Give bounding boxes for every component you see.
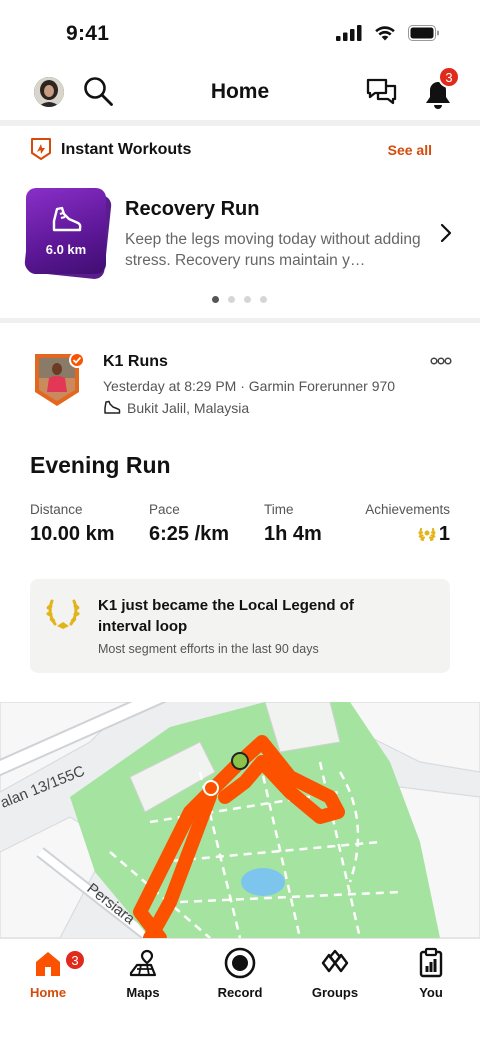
top-header: Home bbox=[0, 68, 480, 120]
groups-icon bbox=[295, 945, 375, 981]
shoe-icon bbox=[104, 400, 121, 414]
local-legend-card[interactable]: K1 just became the Local Legend of inter… bbox=[30, 579, 450, 673]
local-legend-title: K1 just became the Local Legend of inter… bbox=[98, 597, 354, 635]
stat-label: Achievements bbox=[365, 502, 450, 517]
chat-icon bbox=[366, 78, 397, 105]
workout-title: Recovery Run bbox=[125, 198, 260, 220]
laurel-icon bbox=[418, 527, 436, 541]
stat-achievements[interactable]: Achievements 1 bbox=[365, 502, 450, 546]
you-icon bbox=[391, 945, 471, 981]
tab-groups[interactable]: Groups bbox=[295, 945, 375, 1000]
divider bbox=[0, 120, 480, 126]
activity-header: K1 Runs Yesterday at 8:29 PM · Garmin Fo… bbox=[0, 346, 480, 426]
battery-icon bbox=[408, 25, 439, 41]
workout-card[interactable]: 6.0 km Recovery Run Keep the legs moving… bbox=[0, 180, 480, 284]
athlete-avatar[interactable] bbox=[33, 352, 85, 408]
wifi-icon bbox=[375, 26, 395, 41]
tab-label: Home bbox=[29, 985, 67, 1000]
pagination-dot[interactable] bbox=[260, 296, 267, 303]
stat-label: Distance bbox=[30, 502, 83, 517]
athlete-name[interactable]: K1 Runs bbox=[103, 353, 168, 371]
instant-workouts-title: Instant Workouts bbox=[61, 141, 192, 158]
stat-value: 10.00 km bbox=[30, 523, 115, 545]
instant-workout-icon bbox=[31, 138, 51, 160]
tab-label: You bbox=[419, 985, 443, 1000]
home-badge: 3 bbox=[64, 949, 86, 971]
activity-title[interactable]: Evening Run bbox=[30, 452, 171, 479]
workout-thumbnail: 6.0 km bbox=[23, 188, 113, 280]
activity-map[interactable]: alan 13/155C Persiara bbox=[0, 702, 480, 938]
instant-workouts-header: Instant Workouts See all bbox=[0, 134, 480, 166]
tab-maps[interactable]: Maps bbox=[103, 945, 183, 1000]
cellular-signal-icon bbox=[336, 25, 362, 41]
maps-icon bbox=[103, 945, 183, 981]
more-options-icon[interactable] bbox=[430, 356, 452, 366]
shoe-icon bbox=[52, 206, 82, 231]
pagination-dot[interactable] bbox=[228, 296, 235, 303]
tab-label: Groups bbox=[311, 985, 359, 1000]
local-legend-subtitle: Most segment efforts in the last 90 days bbox=[98, 642, 319, 656]
divider bbox=[0, 318, 480, 323]
stat-value: 6:25 /km bbox=[149, 523, 230, 545]
activity-location: Bukit Jalil, Malaysia bbox=[103, 400, 249, 416]
workout-description: Keep the legs moving today without addin… bbox=[125, 231, 421, 269]
activity-stats: Distance 10.00 km Pace 6:25 /km Time 1h … bbox=[0, 502, 480, 552]
activity-meta: Yesterday at 8:29 PM · Garmin Forerunner… bbox=[103, 378, 396, 394]
stat-time: Time 1h 4m bbox=[264, 502, 322, 546]
tab-home[interactable]: Home 3 bbox=[8, 945, 88, 1000]
achievement-value: 1 bbox=[365, 523, 450, 546]
stat-label: Time bbox=[264, 502, 294, 517]
stat-distance: Distance 10.00 km bbox=[30, 502, 115, 546]
status-bar: 9:41 bbox=[0, 0, 480, 70]
status-time: 9:41 bbox=[66, 22, 110, 45]
tab-label: Maps bbox=[126, 985, 160, 1000]
workout-distance: 6.0 km bbox=[45, 241, 87, 257]
pagination-dot[interactable] bbox=[244, 296, 251, 303]
location-text: Bukit Jalil, Malaysia bbox=[127, 400, 250, 416]
record-icon bbox=[200, 945, 280, 981]
page-title: Home bbox=[210, 80, 270, 103]
stat-pace: Pace 6:25 /km bbox=[149, 502, 229, 546]
carousel-pagination bbox=[212, 296, 267, 303]
messages-button[interactable] bbox=[364, 76, 400, 110]
see-all-link[interactable]: See all bbox=[388, 142, 432, 158]
map-canvas bbox=[0, 702, 480, 938]
stat-value: 1h 4m bbox=[264, 523, 322, 545]
tab-you[interactable]: You bbox=[391, 945, 471, 1000]
local-legend-laurel-icon bbox=[46, 599, 80, 629]
chevron-right-icon[interactable] bbox=[438, 222, 454, 244]
tab-label: Record bbox=[217, 985, 263, 1000]
bottom-tab-bar: Home 3 Maps Record Groups You bbox=[0, 938, 480, 1039]
stat-label: Pace bbox=[149, 502, 180, 517]
achievements-count: 1 bbox=[438, 523, 450, 545]
pagination-dot[interactable] bbox=[212, 296, 219, 303]
notification-badge: 3 bbox=[438, 66, 460, 88]
tab-record[interactable]: Record bbox=[200, 945, 280, 1000]
status-icons bbox=[336, 25, 440, 41]
athlete-photo bbox=[35, 352, 85, 406]
